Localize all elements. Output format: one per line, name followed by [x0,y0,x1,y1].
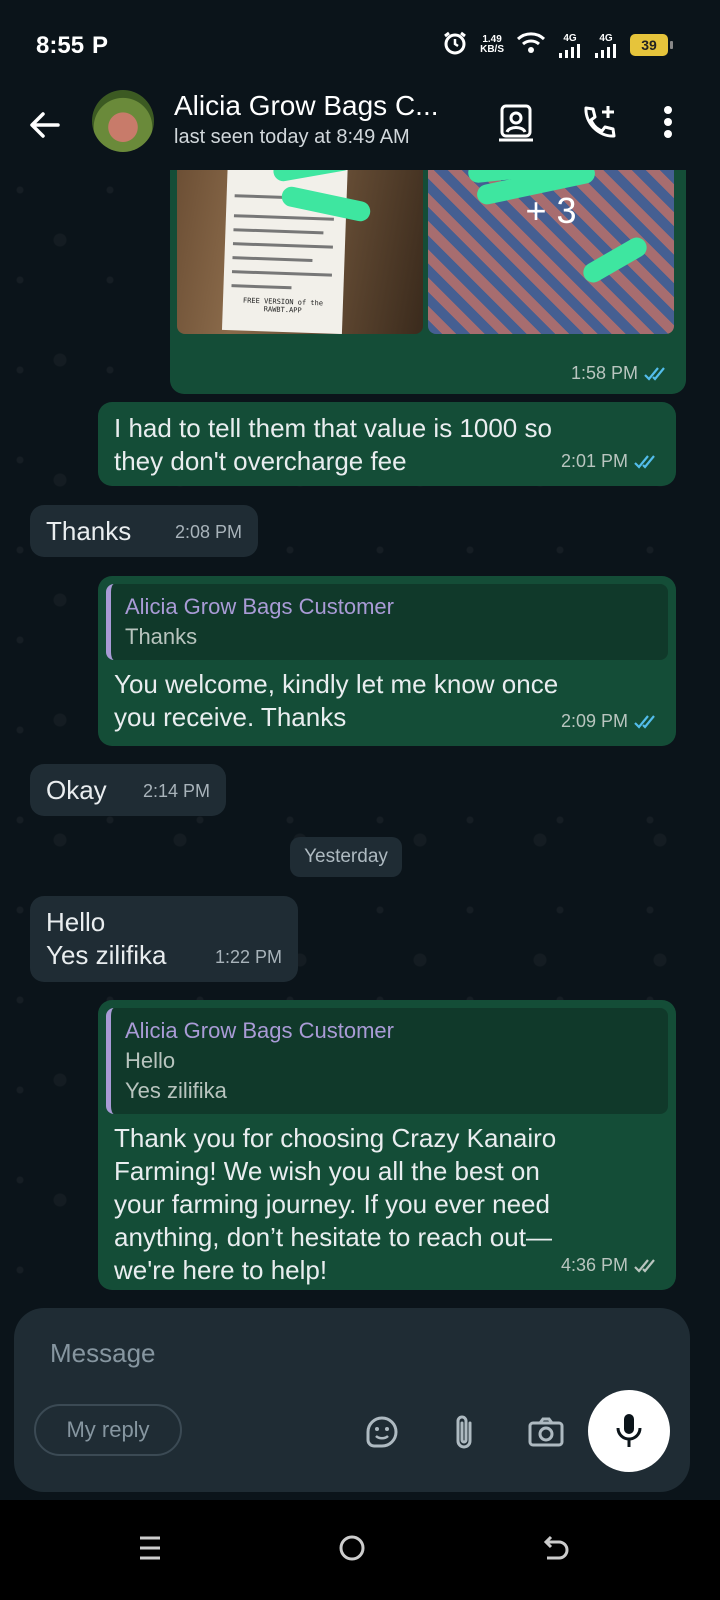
battery-level: 39 [641,37,657,53]
quoted-text: Thanks [125,624,198,649]
clock-text: 8:55 [36,32,85,59]
network-speed: 1.49 KB/S [480,35,504,55]
home-button[interactable] [322,1518,382,1578]
photo-message[interactable]: FREE VERSION of the RAWBT.APP + 3 1:58 P… [170,170,686,394]
message-list[interactable]: FREE VERSION of the RAWBT.APP + 3 1:58 P… [0,170,720,1320]
message-meta: 4:36 PM [561,1249,660,1282]
system-navigation-bar [0,1500,720,1600]
chat-header: Alicia Grow Bags C... last seen today at… [0,86,720,170]
menu-lines-icon [140,1536,160,1560]
contact-avatar[interactable] [92,90,154,152]
receipt-photo[interactable]: FREE VERSION of the RAWBT.APP [177,170,423,334]
read-ticks-icon [644,366,665,381]
status-time: 8:55 P [36,32,108,60]
message-meta: 2:08 PM [175,516,242,549]
incoming-message[interactable]: Okay 2:14 PM [30,764,226,816]
signal-1-label: 4G [563,32,577,44]
delivered-ticks-icon [634,1258,655,1273]
network-speed-unit: KB/S [480,44,504,55]
my-reply-chip[interactable]: My reply [34,1404,182,1456]
status-icons: 1.49 KB/S 4G 4G 39 [442,30,673,61]
camera-button[interactable] [526,1412,566,1452]
outgoing-reply-message[interactable]: Alicia Grow Bags Customer Hello Yes zili… [98,1000,676,1290]
signal-2-label: 4G [599,32,613,44]
video-call-button[interactable] [492,98,540,146]
incoming-message[interactable]: Thanks 2:08 PM [30,505,258,557]
quoted-sender: Alicia Grow Bags Customer [125,1018,394,1043]
quoted-text: Hello Yes zilifika [125,1048,227,1103]
message-time: 1:22 PM [214,947,282,967]
message-time: 2:14 PM [142,781,210,801]
message-meta: 2:09 PM [561,705,660,738]
date-separator: Yesterday [290,837,402,877]
signal-icon-1: 4G [558,33,582,58]
microphone-icon [616,1414,642,1447]
message-meta: 2:14 PM [143,775,210,808]
message-time: 2:09 PM [560,711,628,731]
paperclip-icon [456,1415,472,1449]
sticker-button[interactable] [362,1412,402,1452]
quoted-message[interactable]: Alicia Grow Bags Customer Hello Yes zili… [106,1008,668,1114]
message-meta: 2:01 PM [561,445,660,478]
read-ticks-icon [634,714,655,729]
quoted-message[interactable]: Alicia Grow Bags Customer Thanks [106,584,668,660]
contact-card-icon [499,104,533,142]
wifi-icon [516,31,546,60]
redaction-scribble [579,233,651,287]
message-meta: 1:58 PM [571,363,670,384]
message-time: 4:36 PM [560,1255,628,1275]
message-composer: Message My reply [14,1308,690,1492]
add-call-button[interactable] [574,98,622,146]
kebab-menu-icon [664,106,672,138]
phone-plus-icon [584,106,616,138]
outgoing-reply-message[interactable]: Alicia Grow Bags Customer Thanks You wel… [98,576,676,746]
back-nav-button[interactable] [526,1518,586,1578]
incoming-message[interactable]: Hello Yes zilifika 1:22 PM [30,896,298,982]
bag-photo[interactable]: + 3 [428,170,674,334]
message-time: 1:58 PM [570,363,638,383]
battery-icon: 39 [630,34,673,56]
quoted-sender: Alicia Grow Bags Customer [125,594,394,619]
last-seen-status: last seen today at 8:49 AM [174,126,410,148]
outgoing-message[interactable]: I had to tell them that value is 1000 so… [98,402,676,486]
more-photos-count: + 3 [525,190,577,231]
sticker-icon [366,1416,398,1448]
signal-icon-2: 4G [594,33,618,58]
message-time: 2:08 PM [174,522,242,542]
message-input[interactable]: Message [50,1338,156,1369]
status-bar: 8:55 P 1.49 KB/S 4G 4G 39 [0,0,720,86]
message-time: 2:01 PM [560,451,628,471]
read-ticks-icon [634,454,655,469]
attach-button[interactable] [444,1412,484,1452]
alarm-icon [442,30,468,61]
message-meta: 1:22 PM [215,941,282,974]
more-options-button[interactable] [644,98,692,146]
parking-notification-icon: P [92,32,109,59]
receipt-footer: FREE VERSION of the RAWBT.APP [242,296,324,315]
back-button[interactable] [22,102,68,148]
circle-home-icon [339,1535,365,1561]
voice-message-button[interactable] [588,1390,670,1472]
arrow-left-icon [30,112,60,138]
recents-button[interactable] [120,1518,180,1578]
contact-name[interactable]: Alicia Grow Bags C... [174,90,439,122]
back-arrow-icon [543,1535,569,1560]
camera-icon [528,1417,564,1447]
